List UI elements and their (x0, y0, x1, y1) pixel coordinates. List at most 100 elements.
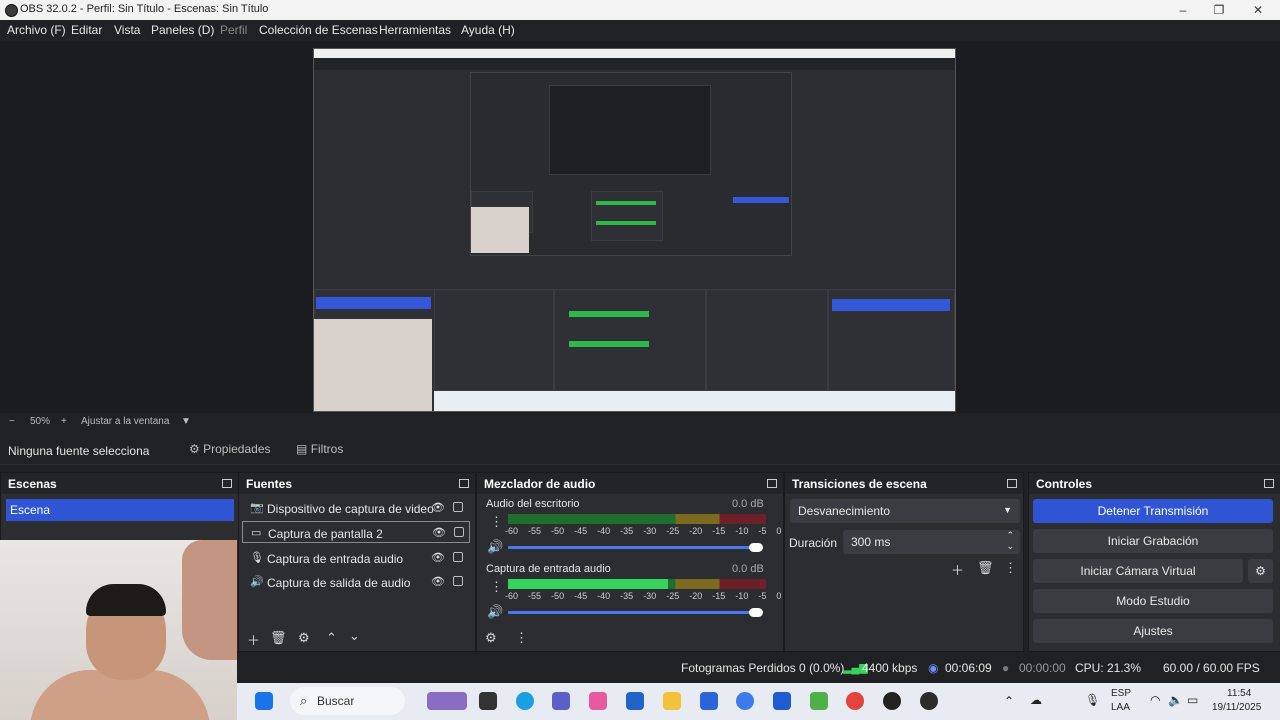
wifi-icon[interactable]: ◠ (1150, 693, 1160, 707)
stop-streaming-button[interactable]: Detener Transmisión (1033, 499, 1273, 523)
widget-icon[interactable] (427, 692, 467, 710)
chevron-up-icon[interactable]: ⌃ (1004, 694, 1014, 708)
speaker-icon[interactable]: 🔊 (487, 604, 503, 620)
add-icon[interactable]: ＋ (247, 630, 260, 649)
volume-slider-knob[interactable] (749, 608, 763, 617)
settings-button[interactable]: Ajustes (1033, 619, 1273, 643)
source-item-video-capture[interactable]: 📷 Dispositivo de captura de video 👁 (242, 497, 470, 519)
copilot-icon[interactable] (589, 692, 607, 710)
undock-icon[interactable] (459, 479, 469, 488)
undock-icon[interactable] (767, 479, 777, 488)
kebab-menu-icon[interactable]: ⋮ (490, 514, 503, 530)
trash-icon[interactable]: 🗑 (977, 560, 994, 576)
eye-icon[interactable]: 👁 (432, 526, 446, 539)
menu-vista[interactable]: Vista (114, 23, 140, 37)
sources-dock-title: Fuentes (239, 473, 475, 494)
kebab-menu-icon[interactable]: ⋮ (490, 579, 503, 595)
lock-icon[interactable] (453, 502, 463, 512)
clock-time[interactable]: 11:54 (1227, 688, 1251, 699)
menu-ayuda[interactable]: Ayuda (H) (461, 23, 515, 37)
undock-icon[interactable] (1264, 479, 1274, 488)
volume-icon[interactable]: 🔈 (1168, 693, 1183, 707)
teams-icon[interactable] (552, 692, 570, 710)
add-icon[interactable]: ＋ (951, 560, 964, 579)
store-icon[interactable] (626, 692, 644, 710)
chevron-down-icon[interactable]: ▼ (181, 416, 191, 427)
menu-perfil[interactable]: Perfil (220, 23, 247, 37)
source-item-screen-capture[interactable]: ▭ Captura de pantalla 2 👁 (242, 521, 470, 543)
menu-archivo[interactable]: Archivo (F) (7, 23, 66, 37)
eye-icon[interactable]: 👁 (431, 575, 445, 588)
lock-icon[interactable] (454, 527, 464, 537)
studio-mode-button[interactable]: Modo Estudio (1033, 589, 1273, 613)
properties-button[interactable]: ⚙ Propiedades (189, 442, 271, 460)
gear-icon[interactable]: ⚙ (1248, 559, 1273, 583)
menu-bar: Archivo (F) Editar Vista Paneles (D) Per… (0, 20, 1280, 41)
app-icon[interactable] (920, 692, 938, 710)
source-item-audio-output[interactable]: 🔊 Captura de salida de audio 👁 (242, 571, 470, 593)
transition-select[interactable]: Desvanecimiento ▼ (790, 499, 1020, 523)
menu-coleccion[interactable]: Colección de Escenas (259, 23, 378, 37)
app-icon[interactable] (736, 692, 754, 710)
microphone-icon[interactable]: 🎙 (1085, 693, 1100, 707)
chevron-down-icon[interactable]: ⌄ (1006, 541, 1014, 552)
clock-date[interactable]: 19/11/2025 (1212, 702, 1261, 713)
filters-label: Filtros (310, 442, 344, 456)
taskbar-search[interactable]: ⌕ Buscar (290, 687, 405, 715)
volume-slider[interactable] (508, 546, 756, 549)
obs-logo-icon (5, 4, 18, 17)
kebab-menu-icon[interactable]: ⋮ (1004, 560, 1017, 576)
kebab-menu-icon[interactable]: ⋮ (515, 630, 528, 646)
start-virtual-camera-button[interactable]: Iniciar Cámara Virtual (1033, 559, 1243, 583)
windows-start-icon[interactable] (255, 692, 273, 710)
zoom-app-icon[interactable] (773, 692, 791, 710)
undock-icon[interactable] (222, 479, 232, 488)
chrome-icon[interactable] (846, 692, 864, 710)
preview-nested-menubar (314, 58, 955, 70)
eye-icon[interactable]: 👁 (431, 551, 445, 564)
chevron-down-icon[interactable]: ⌄ (349, 628, 360, 644)
trash-icon[interactable]: 🗑 (270, 630, 287, 646)
filters-button[interactable]: ▤ Filtros (296, 442, 343, 460)
file-explorer-icon[interactable] (663, 692, 681, 710)
source-item-label: Captura de salida de audio (267, 576, 411, 590)
language-code[interactable]: ESP (1111, 688, 1131, 699)
volume-slider-knob[interactable] (749, 543, 763, 552)
preview-meter (596, 221, 656, 225)
onedrive-icon[interactable]: ☁ (1030, 693, 1042, 707)
scene-item-escena[interactable]: Escena (6, 499, 234, 521)
battery-icon[interactable]: ▭ (1187, 693, 1198, 707)
volume-slider[interactable] (508, 611, 756, 614)
undock-icon[interactable] (1007, 479, 1017, 488)
menu-editar[interactable]: Editar (71, 23, 102, 37)
task-view-icon[interactable] (479, 692, 497, 710)
gear-icon[interactable]: ⚙ (298, 630, 310, 646)
start-recording-button[interactable]: Iniciar Grabación (1033, 529, 1273, 553)
gears-icon[interactable]: ⚙ (485, 630, 497, 646)
lock-icon[interactable] (453, 576, 463, 586)
zoom-in-button[interactable]: + (61, 416, 67, 427)
fit-window-label[interactable]: Ajustar a la ventana (81, 416, 169, 427)
lock-icon[interactable] (453, 552, 463, 562)
obs-taskbar-icon[interactable] (883, 692, 901, 710)
speaker-icon[interactable]: 🔊 (487, 539, 503, 555)
chevron-up-icon[interactable]: ⌃ (1006, 530, 1014, 541)
eye-icon[interactable]: 👁 (431, 501, 445, 514)
preview-canvas[interactable] (313, 48, 956, 412)
maximize-icon[interactable]: ❐ (1199, 0, 1239, 20)
duration-spinbox[interactable]: 300 ms ⌃ ⌄ (843, 530, 1020, 554)
language-layout[interactable]: LAA (1111, 702, 1130, 713)
source-item-audio-input[interactable]: 🎙 Captura de entrada audio 👁 (242, 547, 470, 569)
zoom-out-button[interactable]: − (9, 416, 15, 427)
search-icon: ⌕ (300, 693, 308, 708)
sources-title: Fuentes (246, 477, 293, 491)
app-icon[interactable] (700, 692, 718, 710)
close-icon[interactable]: ✕ (1238, 0, 1278, 20)
edge-icon[interactable] (516, 692, 534, 710)
menu-herramientas[interactable]: Herramientas (379, 23, 451, 37)
app-icon[interactable] (810, 692, 828, 710)
minimize-icon[interactable]: – (1163, 0, 1203, 20)
menu-paneles[interactable]: Paneles (D) (151, 23, 214, 37)
chevron-up-icon[interactable]: ⌃ (326, 630, 337, 646)
preview-transitions-dock (706, 289, 828, 391)
